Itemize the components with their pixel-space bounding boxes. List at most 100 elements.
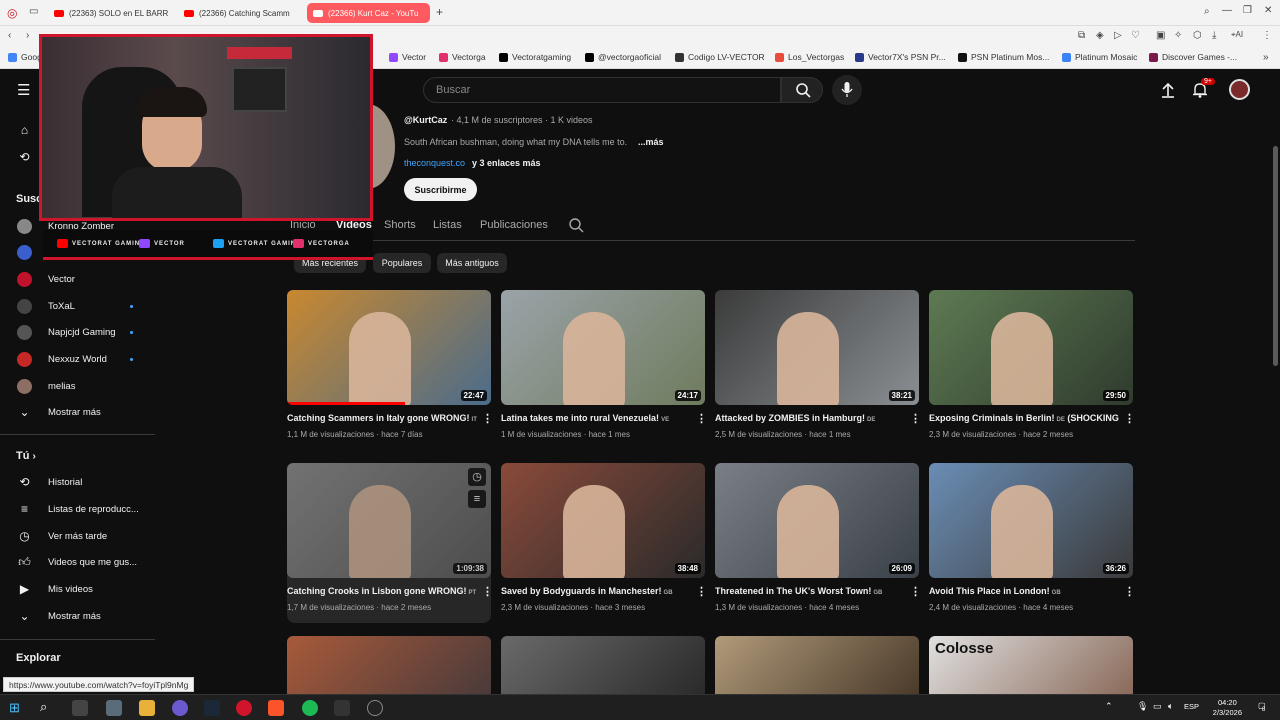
- back-icon[interactable]: ‹: [8, 30, 11, 41]
- more-links[interactable]: y 3 enlaces más: [472, 158, 541, 168]
- sidebar-item-liked[interactable]: 👍︎ Videos que me gus...: [0, 549, 155, 575]
- hamburger-menu-icon[interactable]: ☰: [17, 81, 30, 99]
- video-menu-icon[interactable]: ⋮: [1124, 585, 1135, 598]
- forward-icon[interactable]: ›: [26, 30, 29, 41]
- subscription-item[interactable]: Nexxuz World: [0, 346, 155, 372]
- bookmark-item[interactable]: Platinum Mosaic: [1062, 52, 1137, 62]
- video-thumbnail[interactable]: 36:26: [929, 463, 1133, 578]
- language-indicator[interactable]: ESP: [1184, 702, 1199, 711]
- video-thumbnail[interactable]: 24:17: [501, 290, 705, 405]
- tab-kurt-caz-youtube[interactable]: (22366) Kurt Caz - YouTu: [307, 3, 430, 23]
- download-icon[interactable]: ⤓: [1212, 30, 1216, 41]
- you-title[interactable]: Tú ›: [16, 450, 36, 462]
- bookmark-item[interactable]: Vectoratgaming: [499, 52, 571, 62]
- channel-search-icon[interactable]: [569, 218, 584, 233]
- search-button[interactable]: [781, 77, 823, 103]
- video-title[interactable]: Exposing Criminals in Berlin! DE (SHOCKIN…: [929, 413, 1119, 423]
- show-more-you[interactable]: ⌄ Mostrar más: [0, 603, 155, 629]
- spotify-icon[interactable]: [302, 700, 318, 716]
- subscription-item[interactable]: Napjcjd Gaming: [0, 319, 155, 345]
- puzzle-icon[interactable]: ✧: [1174, 30, 1182, 41]
- windows-start-icon[interactable]: ⊞: [9, 700, 20, 716]
- video-title[interactable]: Saved by Bodyguards in Manchester! GB: [501, 586, 691, 596]
- video-menu-icon[interactable]: ⋮: [696, 585, 707, 598]
- sidebar-item-history[interactable]: ⟲ Historial: [0, 469, 155, 495]
- video-thumbnail[interactable]: [501, 636, 705, 694]
- obs-icon[interactable]: [367, 700, 383, 716]
- avatar[interactable]: [1229, 79, 1250, 100]
- video-card[interactable]: 1:09:38 ◷ ≡ Catching Crooks in Lisbon gone …: [287, 463, 493, 623]
- upload-icon[interactable]: [1161, 82, 1175, 98]
- bookmark-item[interactable]: Vectorga: [439, 52, 486, 62]
- bookmark-item[interactable]: Codigo LV-VECTOR: [675, 52, 765, 62]
- ai-icon[interactable]: ⌖AI: [1231, 30, 1243, 40]
- description-more-link[interactable]: ...más: [638, 137, 664, 147]
- clock[interactable]: 04:20 2/3/2026: [1213, 698, 1242, 718]
- voice-search-button[interactable]: [832, 75, 862, 105]
- search-tabs-icon[interactable]: ⌕: [1204, 6, 1210, 17]
- bookmark-item[interactable]: PSN Platinum Mos...: [958, 52, 1049, 62]
- play-icon[interactable]: ▷: [1114, 30, 1122, 41]
- chip-popular[interactable]: Populares: [373, 253, 431, 273]
- bookmark-item[interactable]: Los_Vectorgas: [775, 52, 844, 62]
- snapshot-icon[interactable]: ⧉: [1078, 30, 1085, 41]
- new-tab-button[interactable]: +: [436, 5, 443, 19]
- video-title[interactable]: Avoid This Place in London! GB: [929, 586, 1119, 596]
- bookmark-item[interactable]: Vector: [389, 52, 426, 62]
- video-title[interactable]: Catching Crooks in Lisbon gone WRONG! PT: [287, 586, 477, 596]
- video-menu-icon[interactable]: ⋮: [910, 585, 921, 598]
- task-view-icon[interactable]: [72, 700, 88, 716]
- video-card[interactable]: 38:21 Attacked by ZOMBIES in Hamburg! DE ⋮ 2…: [715, 290, 921, 450]
- subscription-item[interactable]: ToXaL: [0, 293, 155, 319]
- tab-posts[interactable]: Publicaciones: [480, 219, 548, 231]
- tab-catching-scammers[interactable]: (22366) Catching Scamm: [178, 3, 303, 23]
- opera-icon[interactable]: [236, 700, 252, 716]
- video-thumbnail[interactable]: [287, 636, 491, 694]
- video-menu-icon[interactable]: ⋮: [482, 585, 493, 598]
- tab-shorts[interactable]: Shorts: [384, 219, 416, 231]
- app-icon[interactable]: [106, 700, 122, 716]
- bookmark-item[interactable]: Discover Games -...: [1149, 52, 1237, 62]
- video-menu-icon[interactable]: ⋮: [910, 412, 921, 425]
- sidebar-item-my-videos[interactable]: ▶ Mis videos: [0, 576, 155, 602]
- subscription-item[interactable]: Vector: [0, 266, 155, 292]
- show-more-subscriptions[interactable]: ⌄ Mostrar más: [0, 399, 155, 425]
- video-menu-icon[interactable]: ⋮: [1124, 412, 1135, 425]
- bookmarks-overflow-icon[interactable]: »: [1263, 52, 1269, 63]
- steam-icon[interactable]: [204, 700, 220, 716]
- subscribe-button[interactable]: Suscribirme: [404, 178, 477, 201]
- notifications-button[interactable]: 9+: [1192, 78, 1215, 103]
- video-card[interactable]: 36:26 Avoid This Place in London! GB ⋮ 2,4 M…: [929, 463, 1135, 623]
- chip-oldest[interactable]: Más antiguos: [437, 253, 507, 273]
- search-input[interactable]: Buscar: [423, 77, 781, 103]
- tray-chevron-icon[interactable]: ⌃: [1105, 701, 1113, 712]
- video-thumbnail[interactable]: [715, 636, 919, 694]
- minimize-icon[interactable]: —: [1222, 5, 1232, 16]
- shield-icon[interactable]: ◈: [1096, 30, 1104, 41]
- video-title[interactable]: Latina takes me into rural Venezuela! VE: [501, 413, 691, 423]
- video-card[interactable]: 38:48 Saved by Bodyguards in Manchester! G…: [501, 463, 707, 623]
- subscription-item[interactable]: melias: [0, 373, 155, 399]
- tab-playlists[interactable]: Listas: [433, 219, 462, 231]
- video-thumbnail[interactable]: 26:09: [715, 463, 919, 578]
- video-title[interactable]: Threatened in The UK's Worst Town! GB: [715, 586, 905, 596]
- file-explorer-icon[interactable]: [139, 700, 155, 716]
- search-icon[interactable]: ⌕: [40, 699, 47, 715]
- watch-later-icon[interactable]: ◷: [468, 468, 486, 486]
- video-thumbnail[interactable]: 29:50: [929, 290, 1133, 405]
- video-title[interactable]: Catching Scammers in Italy gone WRONG! IT: [287, 413, 477, 423]
- video-thumbnail[interactable]: 22:47: [287, 290, 491, 405]
- video-thumbnail[interactable]: 38:48: [501, 463, 705, 578]
- page-scrollbar[interactable]: [1271, 111, 1280, 694]
- video-card[interactable]: 29:50 Exposing Criminals in Berlin! DE (SH…: [929, 290, 1135, 450]
- video-card[interactable]: 24:17 Latina takes me into rural Venezuel…: [501, 290, 707, 450]
- network-icon[interactable]: ▭: [1153, 701, 1162, 712]
- video-thumbnail[interactable]: 38:21: [715, 290, 919, 405]
- volume-icon[interactable]: 🔈︎: [1168, 701, 1173, 712]
- add-to-queue-icon[interactable]: ≡: [468, 490, 486, 508]
- discord-icon[interactable]: [172, 700, 188, 716]
- video-card[interactable]: 22:47 Catching Scammers in Italy gone WRO…: [287, 290, 493, 450]
- close-window-icon[interactable]: ✕: [1264, 5, 1272, 16]
- bookmark-item[interactable]: @vectorgaoficial: [585, 52, 661, 62]
- video-title[interactable]: Attacked by ZOMBIES in Hamburg! DE: [715, 413, 905, 423]
